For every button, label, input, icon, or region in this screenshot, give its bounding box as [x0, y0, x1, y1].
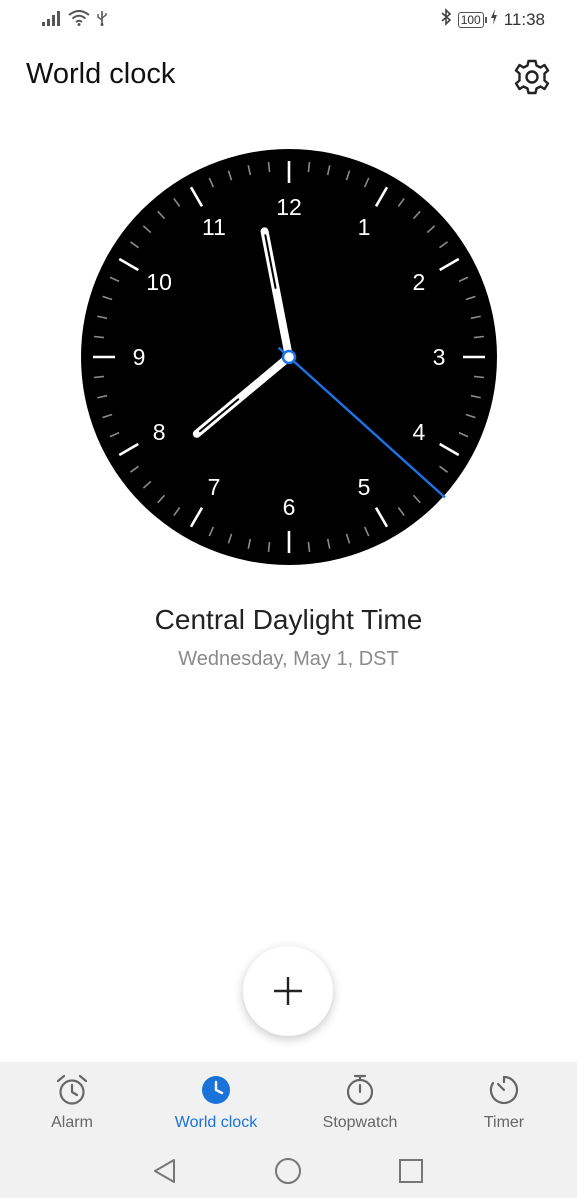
tab-world-clock-label: World clock [174, 1114, 258, 1131]
status-icons-left [42, 10, 108, 31]
clock-numeral: 10 [146, 269, 172, 295]
minor-tick [93, 375, 105, 379]
battery-level: 100 [457, 11, 487, 28]
settings-button[interactable] [513, 58, 551, 96]
alarm-icon [0, 1072, 144, 1108]
clock-numeral: 3 [433, 344, 446, 370]
recents-button[interactable] [396, 1156, 426, 1186]
clock-numeral: 6 [283, 494, 296, 520]
tab-timer-label: Timer [483, 1114, 525, 1131]
gear-icon [514, 59, 550, 95]
analog-clock: 12 1 2 3 4 5 6 7 8 9 10 11 [81, 149, 497, 565]
nav-tabs: Alarm World clock Stopwatch Timer [0, 1062, 577, 1142]
tab-alarm[interactable]: Alarm [0, 1072, 144, 1132]
clock-numeral: 9 [133, 344, 146, 370]
clock-face: 121234567891011 [81, 149, 497, 565]
system-navigation-bar [0, 1152, 577, 1192]
back-button[interactable] [150, 1156, 180, 1186]
home-circle-icon [275, 1158, 301, 1184]
tab-stopwatch-label: Stopwatch [322, 1114, 398, 1131]
minor-tick [267, 541, 271, 553]
bluetooth-icon [440, 8, 452, 31]
minor-tick [93, 335, 105, 339]
clock-numeral: 2 [413, 269, 426, 295]
world-clock-icon [144, 1072, 288, 1108]
minor-tick [473, 335, 485, 339]
minor-tick [307, 541, 311, 553]
page-title: World clock [26, 58, 176, 90]
recents-square-icon [399, 1159, 423, 1183]
stopwatch-icon [288, 1072, 432, 1108]
bottom-navigation: Alarm World clock Stopwatch Timer [0, 1062, 577, 1198]
add-city-button[interactable] [243, 946, 333, 1036]
tab-world-clock[interactable]: World clock [144, 1072, 288, 1132]
minor-tick [267, 161, 271, 173]
home-button[interactable] [273, 1156, 303, 1186]
tab-timer[interactable]: Timer [432, 1072, 576, 1132]
clock-numeral: 1 [358, 214, 371, 240]
clock-numeral: 7 [208, 474, 221, 500]
timezone-date: Wednesday, May 1, DST [178, 648, 399, 670]
minor-tick [307, 161, 311, 173]
clock-numeral: 4 [413, 419, 426, 445]
back-triangle-icon [154, 1159, 175, 1183]
clock-numeral: 12 [276, 194, 302, 220]
signal-icon [42, 10, 62, 31]
usb-icon [96, 10, 108, 31]
tab-stopwatch[interactable]: Stopwatch [288, 1072, 432, 1132]
clock-numeral: 5 [358, 474, 371, 500]
charging-icon [490, 9, 498, 30]
status-bar: 100 11:38 [0, 0, 577, 40]
clock-numeral: 11 [202, 214, 226, 240]
status-icons-right: 100 11:38 [440, 8, 545, 31]
clock-center-pin [281, 349, 297, 365]
tab-alarm-label: Alarm [51, 1114, 93, 1131]
timezone-name: Central Daylight Time [154, 604, 423, 635]
minor-tick [473, 375, 485, 379]
plus-icon [274, 977, 302, 1005]
wifi-icon [68, 10, 90, 31]
timer-icon [432, 1072, 576, 1108]
clock-numeral: 8 [153, 419, 166, 445]
status-time: 11:38 [503, 9, 545, 29]
